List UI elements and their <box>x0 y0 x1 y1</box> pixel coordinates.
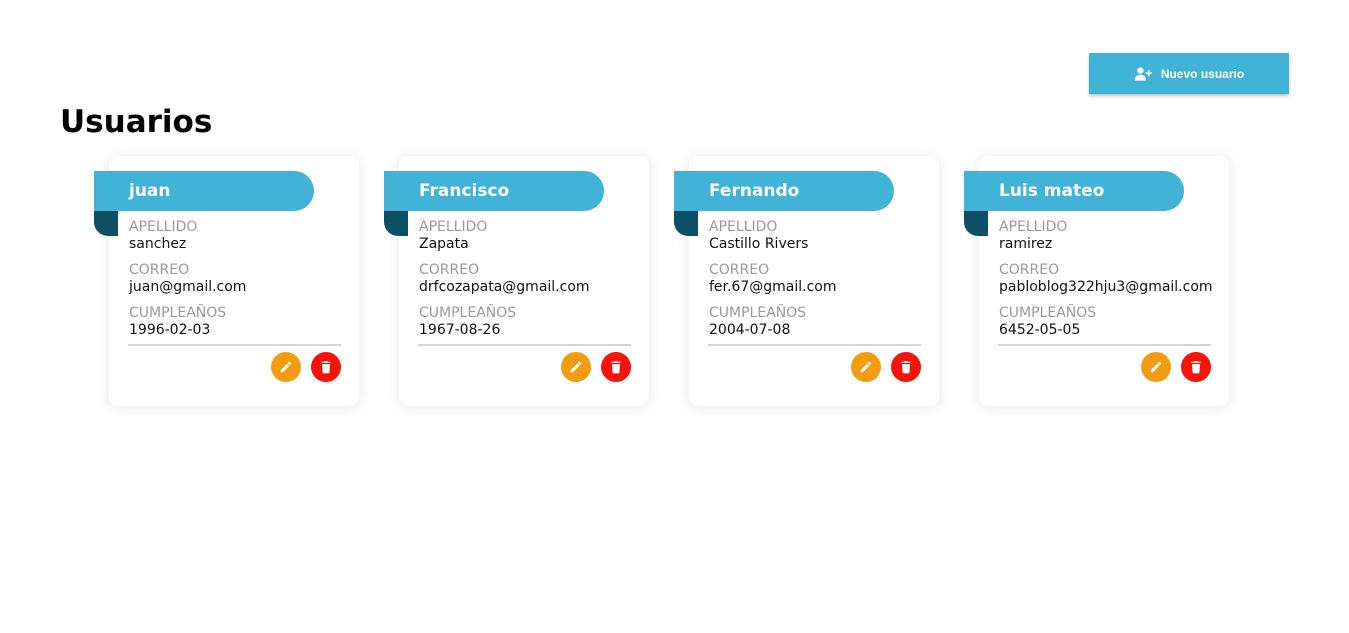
user-name-ribbon: Fernando <box>674 171 894 211</box>
apellido-value: Castillo Rivers <box>709 236 809 252</box>
user-card: Fernando APELLIDO Castillo Rivers CORREO… <box>674 156 939 406</box>
new-user-label: Nuevo usuario <box>1160 66 1245 81</box>
cumpleanos-value: 1996-02-03 <box>129 322 211 338</box>
correo-label: CORREO <box>419 262 480 278</box>
trash-icon <box>1191 361 1201 374</box>
edit-button[interactable] <box>561 352 591 382</box>
user-name: Luis mateo <box>999 181 1105 201</box>
user-name: Fernando <box>709 181 800 201</box>
apellido-value: Zapata <box>419 236 469 252</box>
page-title: Usuarios <box>60 104 213 140</box>
user-card: Luis mateo APELLIDO ramirez CORREO pablo… <box>964 156 1229 406</box>
user-name-ribbon: Francisco <box>384 171 604 211</box>
user-name-ribbon: juan <box>94 171 314 211</box>
trash-icon <box>901 361 911 374</box>
apellido-value: sanchez <box>129 236 187 252</box>
cumpleanos-label: CUMPLEAÑOS <box>999 305 1097 321</box>
user-name: juan <box>129 181 171 201</box>
cumpleanos-label: CUMPLEAÑOS <box>709 305 807 321</box>
cumpleanos-label: CUMPLEAÑOS <box>129 305 227 321</box>
correo-label: CORREO <box>709 262 770 278</box>
user-name-ribbon: Luis mateo <box>964 171 1184 211</box>
edit-button[interactable] <box>271 352 301 382</box>
correo-value: fer.67@gmail.com <box>709 279 837 295</box>
apellido-label: APELLIDO <box>709 219 778 235</box>
cumpleanos-value: 6452-05-05 <box>999 322 1081 338</box>
cumpleanos-label: CUMPLEAÑOS <box>419 305 517 321</box>
delete-button[interactable] <box>1181 352 1211 382</box>
new-user-button[interactable]: Nuevo usuario <box>1089 53 1289 94</box>
apellido-value: ramirez <box>999 236 1053 252</box>
correo-value: drfcozapata@gmail.com <box>419 279 590 295</box>
apellido-label: APELLIDO <box>419 219 488 235</box>
correo-label: CORREO <box>999 262 1060 278</box>
user-plus-icon <box>1134 66 1152 81</box>
edit-button[interactable] <box>1141 352 1171 382</box>
correo-value: juan@gmail.com <box>129 279 247 295</box>
apellido-label: APELLIDO <box>999 219 1068 235</box>
pencil-icon <box>860 361 872 373</box>
cumpleanos-value: 1967-08-26 <box>419 322 501 338</box>
user-name: Francisco <box>419 181 510 201</box>
user-card: juan APELLIDO sanchez CORREO juan@gmail.… <box>94 156 359 406</box>
delete-button[interactable] <box>311 352 341 382</box>
delete-button[interactable] <box>601 352 631 382</box>
apellido-label: APELLIDO <box>129 219 198 235</box>
pencil-icon <box>280 361 292 373</box>
cumpleanos-value: 2004-07-08 <box>709 322 791 338</box>
delete-button[interactable] <box>891 352 921 382</box>
users-page: Nuevo usuario Usuarios juan APELLIDO san… <box>0 0 1349 633</box>
correo-value: pabloblog322hju3@gmail.com <box>999 279 1213 295</box>
edit-button[interactable] <box>851 352 881 382</box>
trash-icon <box>321 361 331 374</box>
correo-label: CORREO <box>129 262 190 278</box>
pencil-icon <box>570 361 582 373</box>
divider <box>128 344 341 346</box>
pencil-icon <box>1150 361 1162 373</box>
trash-icon <box>611 361 621 374</box>
divider <box>708 344 921 346</box>
user-card: Francisco APELLIDO Zapata CORREO drfcoza… <box>384 156 649 406</box>
divider <box>998 344 1211 346</box>
divider <box>418 344 631 346</box>
